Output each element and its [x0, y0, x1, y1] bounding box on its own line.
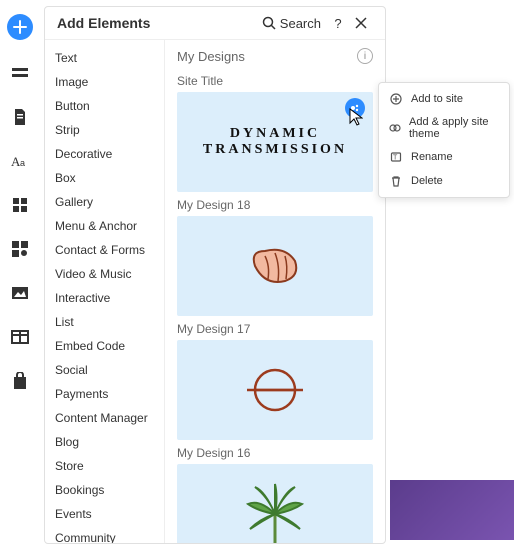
cursor-icon — [349, 108, 363, 126]
category-item[interactable]: List — [45, 310, 164, 334]
panel-header: Add Elements Search ? — [45, 7, 385, 40]
image-icon[interactable] — [9, 282, 31, 304]
category-item[interactable]: Social — [45, 358, 164, 382]
design-card[interactable] — [177, 464, 373, 543]
table-icon[interactable] — [9, 326, 31, 348]
category-item[interactable]: Interactive — [45, 286, 164, 310]
theme-icon — [389, 121, 401, 135]
design-context-menu: Add to site Add & apply site theme T Rename… — [378, 82, 510, 198]
close-icon — [355, 17, 367, 29]
section-header: My Designs i — [177, 48, 373, 64]
category-item[interactable]: Contact & Forms — [45, 238, 164, 262]
category-item[interactable]: Decorative — [45, 142, 164, 166]
context-menu-label: Add to site — [411, 93, 463, 105]
category-item[interactable]: Store — [45, 454, 164, 478]
info-icon[interactable]: i — [357, 48, 373, 64]
context-menu-label: Rename — [411, 151, 453, 163]
category-list: TextImageButtonStripDecorativeBoxGallery… — [45, 40, 165, 543]
left-icon-bar: Aa — [0, 0, 40, 550]
designs-content: My Designs i Site Title DYNAMICTRANSMISSI… — [165, 40, 385, 543]
category-item[interactable]: Content Manager — [45, 406, 164, 430]
layers-icon[interactable] — [9, 62, 31, 84]
font-icon[interactable]: Aa — [9, 150, 31, 172]
context-menu-item[interactable]: T Rename — [379, 145, 509, 169]
context-menu-item[interactable]: Add to site — [379, 87, 509, 111]
trash-icon — [389, 174, 403, 188]
page-icon[interactable] — [9, 106, 31, 128]
context-menu-item[interactable]: Delete — [379, 169, 509, 193]
rename-icon: T — [389, 150, 403, 164]
category-item[interactable]: Box — [45, 166, 164, 190]
category-item[interactable]: Payments — [45, 382, 164, 406]
search-label: Search — [280, 16, 321, 31]
panel-title: Add Elements — [57, 15, 254, 31]
category-item[interactable]: Bookings — [45, 478, 164, 502]
category-item[interactable]: Embed Code — [45, 334, 164, 358]
background-decoration — [390, 480, 514, 540]
close-button[interactable] — [355, 17, 373, 29]
context-menu-label: Delete — [411, 175, 443, 187]
svg-text:T: T — [393, 155, 398, 162]
design-label: My Design 17 — [177, 322, 373, 336]
search-icon — [262, 16, 276, 30]
plus-circle-icon — [389, 92, 403, 106]
category-item[interactable]: Button — [45, 94, 164, 118]
design-card[interactable] — [177, 216, 373, 316]
puzzle-icon[interactable] — [9, 238, 31, 260]
design-label: My Design 16 — [177, 446, 373, 460]
bag-icon[interactable] — [9, 370, 31, 392]
help-button[interactable]: ? — [329, 16, 347, 31]
category-item[interactable]: Text — [45, 46, 164, 70]
svg-text:a: a — [20, 158, 25, 168]
category-item[interactable]: Menu & Anchor — [45, 214, 164, 238]
category-item[interactable]: Strip — [45, 118, 164, 142]
add-elements-panel: Add Elements Search ? TextImageButtonStr… — [44, 6, 386, 544]
category-item[interactable]: Gallery — [45, 190, 164, 214]
category-item[interactable]: Community — [45, 526, 164, 543]
design-card[interactable] — [177, 340, 373, 440]
design-label: Site Title — [177, 74, 373, 88]
search-button[interactable]: Search — [262, 16, 321, 31]
design-card[interactable]: DYNAMICTRANSMISSION — [177, 92, 373, 192]
category-item[interactable]: Video & Music — [45, 262, 164, 286]
category-item[interactable]: Image — [45, 70, 164, 94]
design-label: My Design 18 — [177, 198, 373, 212]
add-icon[interactable] — [7, 14, 33, 40]
section-title: My Designs — [177, 49, 245, 64]
context-menu-item[interactable]: Add & apply site theme — [379, 111, 509, 145]
category-item[interactable]: Blog — [45, 430, 164, 454]
grid-icon[interactable] — [9, 194, 31, 216]
category-item[interactable]: Events — [45, 502, 164, 526]
context-menu-label: Add & apply site theme — [409, 116, 499, 140]
